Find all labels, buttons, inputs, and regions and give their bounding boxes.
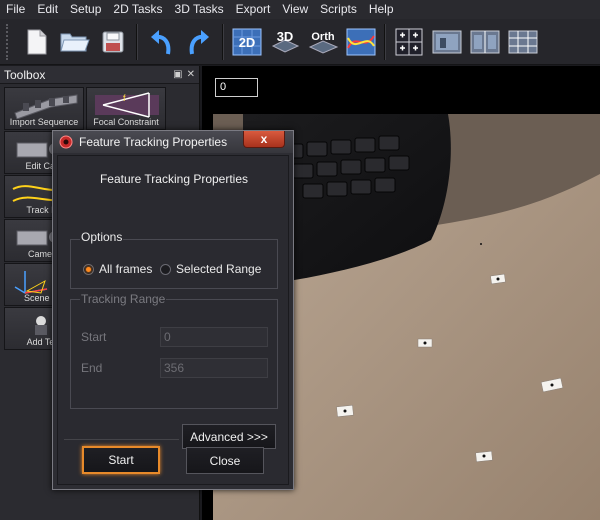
- start-label: Start: [81, 330, 107, 344]
- multi-frame-button[interactable]: [504, 23, 542, 61]
- feature-tracking-dialog: Feature Tracking Properties x Feature Tr…: [52, 130, 294, 490]
- dialog-titlebar[interactable]: Feature Tracking Properties x: [53, 131, 293, 153]
- film-strip-icon: [14, 94, 78, 119]
- redo-icon: [189, 29, 209, 54]
- ortho-view-button[interactable]: Orth: [304, 23, 342, 61]
- radio-unselected-icon: [160, 263, 171, 275]
- float-icon[interactable]: ▣: [173, 69, 182, 80]
- tool-import-sequence[interactable]: Import Sequence: [4, 87, 84, 130]
- split-frame-icon: [470, 30, 500, 53]
- save-icon: [102, 31, 124, 52]
- advanced-button[interactable]: Advanced >>>: [182, 424, 276, 449]
- tool-focal-constraint[interactable]: f Focal Constraint: [86, 87, 166, 130]
- split-frame-button[interactable]: [466, 23, 504, 61]
- app-icon: [59, 135, 73, 149]
- 2d-view-button[interactable]: 2D: [228, 23, 266, 61]
- toolbar-separator: [384, 23, 386, 60]
- toolbar-separator: [222, 23, 224, 60]
- end-frame-field[interactable]: 356: [160, 358, 268, 378]
- close-button[interactable]: Close: [186, 447, 264, 474]
- open-icon: [60, 33, 90, 51]
- tool-label: Import Sequence: [9, 117, 79, 127]
- start-button[interactable]: Start: [82, 446, 160, 474]
- ortho-view-icon: Orth: [308, 31, 339, 54]
- menu-view[interactable]: View: [276, 0, 314, 19]
- close-icon: x: [260, 132, 268, 146]
- 3d-view-button[interactable]: 3D: [266, 23, 304, 61]
- toolbar-separator: [136, 23, 138, 60]
- tracking-range-group: Tracking Range Start 0 End 356: [70, 292, 278, 409]
- toolbox-header: Toolbox ▣ ✕: [0, 66, 199, 84]
- selected-range-radio[interactable]: Selected Range: [160, 262, 261, 276]
- tool-label: Focal Constraint: [93, 117, 159, 127]
- menu-help[interactable]: Help: [363, 0, 400, 19]
- focal-icon: f: [95, 92, 159, 118]
- dialog-close-button[interactable]: x: [243, 131, 285, 148]
- menu-bar: File Edit Setup 2D Tasks 3D Tasks Export…: [0, 0, 600, 19]
- dialog-heading: Feature Tracking Properties: [99, 172, 249, 186]
- start-frame-field[interactable]: 0: [160, 327, 268, 347]
- end-label: End: [81, 361, 103, 375]
- single-frame-icon: [432, 30, 462, 53]
- dialog-body: Feature Tracking Properties Options All …: [57, 155, 289, 485]
- close-icon[interactable]: ✕: [187, 69, 195, 80]
- open-button[interactable]: [56, 23, 94, 61]
- grid-layout-button[interactable]: [390, 23, 428, 61]
- save-button[interactable]: [94, 23, 132, 61]
- new-icon: [27, 29, 47, 54]
- all-frames-radio[interactable]: All frames: [83, 262, 152, 276]
- main-toolbar: 2D 3D Orth: [0, 19, 600, 65]
- svg-text:2D: 2D: [239, 35, 256, 50]
- redo-button[interactable]: [180, 23, 218, 61]
- 3d-view-icon: 3D: [271, 29, 300, 53]
- undo-icon: [151, 29, 171, 54]
- menu-3d-tasks[interactable]: 3D Tasks: [169, 0, 230, 19]
- toolbar-grip[interactable]: [6, 23, 10, 60]
- menu-setup[interactable]: Setup: [64, 0, 107, 19]
- curve-view-button[interactable]: [342, 23, 380, 61]
- grid-layout-icon: [395, 28, 423, 55]
- all-frames-label: All frames: [99, 262, 153, 276]
- menu-export[interactable]: Export: [230, 0, 277, 19]
- menu-scripts[interactable]: Scripts: [314, 0, 363, 19]
- options-group: Options All frames Selected Range: [70, 230, 278, 289]
- dialog-title: Feature Tracking Properties: [79, 135, 228, 149]
- tracking-range-title: Tracking Range: [80, 292, 167, 306]
- toolbox-controls: ▣ ✕: [173, 69, 195, 80]
- new-button[interactable]: [18, 23, 56, 61]
- curve-view-icon: [346, 28, 376, 55]
- undo-button[interactable]: [142, 23, 180, 61]
- toolbox-title: Toolbox: [4, 67, 46, 82]
- options-group-title: Options: [80, 230, 124, 244]
- single-frame-button[interactable]: [428, 23, 466, 61]
- menu-file[interactable]: File: [0, 0, 31, 19]
- multi-frame-icon: [508, 30, 538, 53]
- menu-2d-tasks[interactable]: 2D Tasks: [107, 0, 168, 19]
- radio-selected-icon: [83, 263, 94, 275]
- divider: [64, 439, 179, 440]
- menu-edit[interactable]: Edit: [31, 0, 64, 19]
- selected-range-label: Selected Range: [176, 262, 262, 276]
- frame-number-field[interactable]: 0: [215, 78, 258, 97]
- svg-text:3D: 3D: [277, 29, 294, 44]
- 2d-view-icon: 2D: [232, 28, 262, 55]
- svg-text:Orth: Orth: [311, 31, 335, 43]
